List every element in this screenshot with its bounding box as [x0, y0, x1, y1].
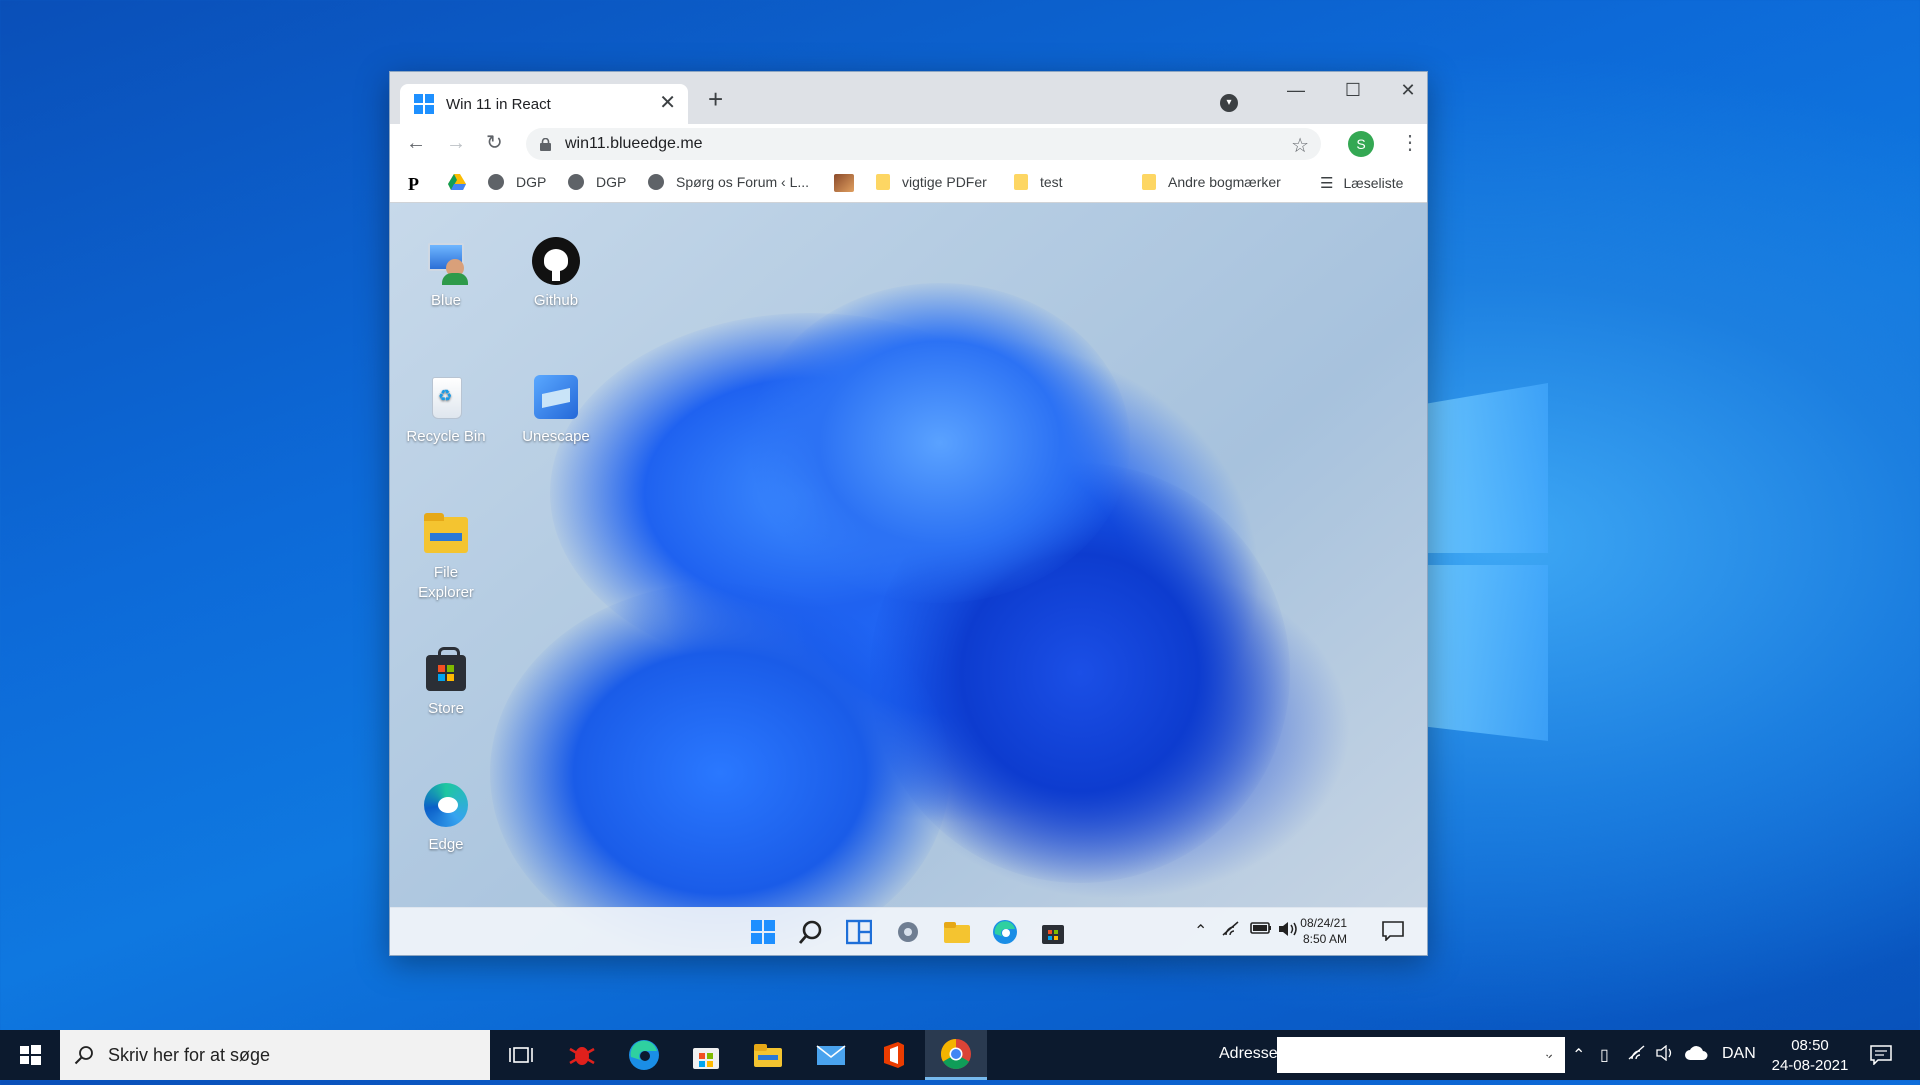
- edge-icon[interactable]: [992, 919, 1018, 945]
- mail-icon[interactable]: [815, 1039, 847, 1071]
- menu-kebab-icon[interactable]: ⋮: [1400, 130, 1420, 155]
- folder-icon: [422, 509, 470, 557]
- user-pc-icon: [422, 237, 470, 285]
- bookmarks-bar: P DGP DGP Spørg os Forum ‹ L... vigtige …: [390, 164, 1427, 203]
- search-placeholder: Skriv her for at søge: [108, 1044, 271, 1065]
- reading-list[interactable]: ☰ Læseliste: [1320, 174, 1403, 192]
- desktop-icon-store[interactable]: Store: [396, 645, 496, 719]
- bookmark-other[interactable]: Andre bogmærker: [1142, 174, 1281, 190]
- chrome-icon: [940, 1039, 971, 1070]
- search-icon[interactable]: [798, 919, 824, 945]
- chrome-window: Win 11 in React ✕ + ▾ — ☐ ✕ ← → ↻ win11.…: [389, 71, 1428, 956]
- volume-icon[interactable]: [1656, 1044, 1676, 1066]
- close-window-button[interactable]: ✕: [1388, 78, 1428, 102]
- url-text: win11.blueedge.me: [565, 135, 703, 152]
- tray-chevron-up-icon[interactable]: ⌃: [1572, 1045, 1585, 1065]
- wifi-icon[interactable]: [1628, 1045, 1646, 1066]
- bookmark-image[interactable]: [834, 174, 854, 192]
- bookmark-star-icon[interactable]: ☆: [1291, 133, 1309, 158]
- chrome-taskbar-button[interactable]: [925, 1030, 987, 1080]
- win11-desktop: Blue Github ♻ Recycle Bin Unescape File …: [390, 203, 1427, 955]
- bookmark-test[interactable]: test: [1014, 174, 1063, 190]
- forward-arrow-icon[interactable]: →: [446, 132, 466, 154]
- widgets-icon[interactable]: [845, 919, 873, 945]
- win11-clock[interactable]: 08/24/21 8:50 AM: [1300, 915, 1347, 947]
- address-toolbar-input[interactable]: ⌄: [1277, 1037, 1565, 1073]
- address-bar[interactable]: win11.blueedge.me ☆: [526, 128, 1321, 160]
- google-drive-icon: [448, 174, 466, 190]
- taskbar-search-box[interactable]: Skriv her for at søge: [60, 1030, 490, 1080]
- onedrive-cloud-icon[interactable]: [1684, 1045, 1708, 1066]
- tab-search-icon[interactable]: ▾: [1220, 94, 1238, 112]
- desktop-icon-recycle-bin[interactable]: ♻ Recycle Bin: [396, 373, 496, 447]
- bookmark-drive[interactable]: [448, 174, 466, 190]
- device-icon[interactable]: ▯: [1600, 1045, 1609, 1065]
- windows-favicon-icon: [414, 94, 434, 114]
- reload-icon[interactable]: ↻: [486, 132, 503, 154]
- thumbnail-icon: [834, 174, 854, 192]
- windows-logo-icon: [20, 1045, 41, 1065]
- windows-logo-wallpaper: [1428, 383, 1548, 741]
- close-tab-icon[interactable]: ✕: [659, 93, 676, 113]
- title-bar: Win 11 in React ✕ + ▾ — ☐ ✕: [390, 72, 1427, 124]
- file-explorer-icon[interactable]: [943, 919, 970, 945]
- notification-icon[interactable]: [1382, 921, 1404, 946]
- lock-icon: [540, 137, 551, 151]
- maximize-button[interactable]: ☐: [1333, 78, 1373, 102]
- bookmark-p[interactable]: P: [408, 174, 419, 195]
- store-bag-icon: [422, 645, 470, 693]
- desktop-icon-unescape[interactable]: Unescape: [506, 373, 606, 447]
- file-explorer-icon[interactable]: [752, 1039, 784, 1071]
- desktop-icon-file-explorer[interactable]: File Explorer: [396, 509, 496, 603]
- edge-icon: [422, 781, 470, 829]
- bug-app-icon[interactable]: [566, 1039, 598, 1071]
- search-icon: [74, 1046, 93, 1065]
- tab-win11-react[interactable]: Win 11 in React ✕: [400, 84, 688, 124]
- p-logo-icon: P: [408, 174, 419, 194]
- volume-icon[interactable]: [1278, 921, 1300, 942]
- profile-avatar[interactable]: S: [1348, 131, 1374, 157]
- folder-icon: [1014, 174, 1028, 190]
- github-icon: [532, 237, 580, 285]
- win11-start-icon[interactable]: [750, 919, 776, 945]
- bookmark-forum[interactable]: Spørg os Forum ‹ L...: [648, 174, 809, 190]
- start-button[interactable]: [0, 1030, 60, 1080]
- bookmark-dgp-1[interactable]: DGP: [488, 174, 546, 190]
- globe-icon: [568, 174, 584, 190]
- globe-icon: [488, 174, 504, 190]
- edge-icon[interactable]: [628, 1039, 660, 1071]
- desktop-icon-edge[interactable]: Edge: [396, 781, 496, 855]
- globe-icon: [648, 174, 664, 190]
- action-center-icon[interactable]: [1870, 1045, 1892, 1070]
- bookmark-vigtige-pdfer[interactable]: vigtige PDFer: [876, 174, 987, 190]
- browser-toolbar: ← → ↻ win11.blueedge.me ☆ S ⋮: [390, 124, 1427, 164]
- language-indicator[interactable]: DAN: [1722, 1045, 1756, 1063]
- unescape-icon: [532, 373, 580, 421]
- reading-list-icon: ☰: [1320, 175, 1334, 192]
- desktop-icon-blue[interactable]: Blue: [396, 237, 496, 311]
- bookmark-dgp-2[interactable]: DGP: [568, 174, 626, 190]
- new-tab-button[interactable]: +: [708, 86, 723, 112]
- minimize-button[interactable]: —: [1276, 78, 1316, 102]
- win11-taskbar: ⌃ 08/24/21 8:50 AM: [390, 907, 1427, 955]
- back-arrow-icon[interactable]: ←: [406, 132, 426, 154]
- tray-chevron-up-icon[interactable]: ⌃: [1194, 921, 1207, 941]
- address-toolbar-label: Adresse: [1219, 1045, 1278, 1062]
- store-icon[interactable]: [1040, 919, 1066, 945]
- folder-icon: [1142, 174, 1156, 190]
- task-view-icon[interactable]: [505, 1039, 537, 1071]
- windows-taskbar: Skriv her for at søge Adresse ⌄ ↻ ⌃ ▯ DA…: [0, 1030, 1920, 1080]
- desktop-icon-github[interactable]: Github: [506, 237, 606, 311]
- office-icon[interactable]: [878, 1039, 910, 1071]
- recycle-bin-icon: ♻: [422, 373, 470, 421]
- wifi-icon[interactable]: [1222, 921, 1240, 942]
- settings-gear-icon[interactable]: [895, 919, 921, 945]
- address-go-icon[interactable]: ↻: [1538, 1045, 1551, 1065]
- folder-icon: [876, 174, 890, 190]
- tab-title: Win 11 in React: [446, 95, 551, 113]
- taskbar-clock[interactable]: 08:50 24-08-2021: [1760, 1036, 1860, 1076]
- battery-icon[interactable]: [1250, 921, 1272, 940]
- store-icon[interactable]: [690, 1039, 722, 1071]
